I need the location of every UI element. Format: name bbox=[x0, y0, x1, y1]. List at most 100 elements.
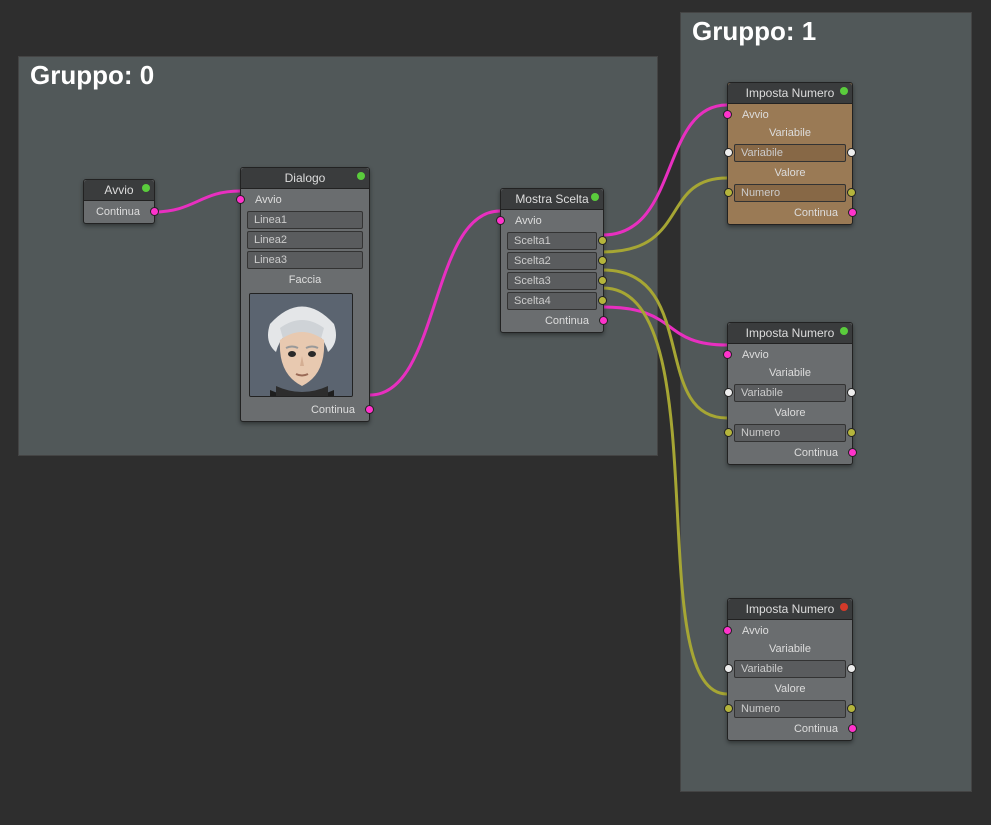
imposta1-avvio: Avvio bbox=[728, 106, 852, 124]
node-imposta-2[interactable]: Imposta Numero Avvio Variabile Variabile… bbox=[727, 322, 853, 465]
node-imposta-1[interactable]: Imposta Numero Avvio Variabile Variabile… bbox=[727, 82, 853, 225]
socket-out[interactable] bbox=[848, 448, 857, 457]
imposta1-header[interactable]: Imposta Numero bbox=[728, 83, 852, 104]
status-icon bbox=[840, 603, 848, 611]
imposta1-var-hdr: Variabile bbox=[728, 124, 852, 142]
avvio-continua-label: Continua bbox=[96, 206, 140, 218]
imposta3-num-field[interactable]: Numero bbox=[734, 700, 846, 718]
face-image[interactable] bbox=[249, 293, 353, 397]
status-icon bbox=[840, 327, 848, 335]
imposta3-title: Imposta Numero bbox=[746, 602, 835, 616]
imposta1-title: Imposta Numero bbox=[746, 86, 835, 100]
imposta2-avvio: Avvio bbox=[728, 346, 852, 364]
socket-out[interactable] bbox=[150, 207, 159, 216]
var-in-socket[interactable] bbox=[724, 148, 733, 157]
socket-in[interactable] bbox=[496, 216, 505, 225]
imposta2-header[interactable]: Imposta Numero bbox=[728, 323, 852, 344]
num-out-socket[interactable] bbox=[847, 704, 856, 713]
linea1-field[interactable]: Linea1 bbox=[247, 211, 363, 229]
socket-out[interactable] bbox=[599, 316, 608, 325]
imposta3-continua: Continua bbox=[728, 720, 852, 738]
status-icon bbox=[840, 87, 848, 95]
imposta3-var-field[interactable]: Variabile bbox=[734, 660, 846, 678]
avvio-continua: Continua bbox=[84, 203, 154, 221]
imposta2-num-text: Numero bbox=[741, 427, 780, 439]
socket-out[interactable] bbox=[365, 405, 374, 414]
dialogo-continua-label: Continua bbox=[311, 404, 355, 416]
socket-in[interactable] bbox=[723, 110, 732, 119]
imposta1-var-field[interactable]: Variabile bbox=[734, 144, 846, 162]
imposta1-num-field[interactable]: Numero bbox=[734, 184, 846, 202]
linea3-field[interactable]: Linea3 bbox=[247, 251, 363, 269]
num-in-socket[interactable] bbox=[724, 428, 733, 437]
socket-in[interactable] bbox=[236, 195, 245, 204]
var-out-socket[interactable] bbox=[847, 148, 856, 157]
imposta1-continua: Continua bbox=[728, 204, 852, 222]
avvio-header[interactable]: Avvio bbox=[84, 180, 154, 201]
scelta-avvio-label: Avvio bbox=[515, 215, 542, 227]
imposta3-var-hdr: Variabile bbox=[728, 640, 852, 658]
scelta4-socket[interactable] bbox=[598, 296, 607, 305]
scelta-title: Mostra Scelta bbox=[515, 192, 588, 206]
scelta-continua: Continua bbox=[501, 312, 603, 330]
node-imposta-3[interactable]: Imposta Numero Avvio Variabile Variabile… bbox=[727, 598, 853, 741]
status-icon bbox=[142, 184, 150, 192]
imposta2-var-text: Variabile bbox=[741, 387, 783, 399]
group-0-title: Gruppo: 0 bbox=[30, 60, 154, 91]
scelta4-text: Scelta4 bbox=[514, 295, 551, 307]
node-dialogo[interactable]: Dialogo Avvio Linea1 Linea2 Linea3 Facci… bbox=[240, 167, 370, 422]
node-scelta[interactable]: Mostra Scelta Avvio Scelta1 Scelta2 Scel… bbox=[500, 188, 604, 333]
imposta1-val-hdr: Valore bbox=[728, 164, 852, 182]
scelta1-text: Scelta1 bbox=[514, 235, 551, 247]
socket-in[interactable] bbox=[723, 626, 732, 635]
imposta2-num-field[interactable]: Numero bbox=[734, 424, 846, 442]
dialogo-avvio: Avvio bbox=[241, 191, 369, 209]
var-out-socket[interactable] bbox=[847, 664, 856, 673]
scelta3-field[interactable]: Scelta3 bbox=[507, 272, 597, 290]
var-in-socket[interactable] bbox=[724, 388, 733, 397]
imposta3-var-text: Variabile bbox=[741, 663, 783, 675]
dialogo-continua: Continua bbox=[241, 401, 369, 419]
scelta4-field[interactable]: Scelta4 bbox=[507, 292, 597, 310]
num-out-socket[interactable] bbox=[847, 428, 856, 437]
num-in-socket[interactable] bbox=[724, 704, 733, 713]
imposta1-num-text: Numero bbox=[741, 187, 780, 199]
imposta1-avvio-label: Avvio bbox=[742, 109, 769, 121]
scelta1-socket[interactable] bbox=[598, 236, 607, 245]
scelta-avvio: Avvio bbox=[501, 212, 603, 230]
imposta2-var-field[interactable]: Variabile bbox=[734, 384, 846, 402]
num-out-socket[interactable] bbox=[847, 188, 856, 197]
scelta3-text: Scelta3 bbox=[514, 275, 551, 287]
imposta1-continua-label: Continua bbox=[794, 207, 838, 219]
imposta2-title: Imposta Numero bbox=[746, 326, 835, 340]
scelta-continua-label: Continua bbox=[545, 315, 589, 327]
var-out-socket[interactable] bbox=[847, 388, 856, 397]
linea2-field[interactable]: Linea2 bbox=[247, 231, 363, 249]
dialogo-title: Dialogo bbox=[285, 171, 326, 185]
imposta1-var-text: Variabile bbox=[741, 147, 783, 159]
socket-out[interactable] bbox=[848, 724, 857, 733]
scelta1-field[interactable]: Scelta1 bbox=[507, 232, 597, 250]
node-avvio[interactable]: Avvio Continua bbox=[83, 179, 155, 224]
scelta3-socket[interactable] bbox=[598, 276, 607, 285]
scelta2-text: Scelta2 bbox=[514, 255, 551, 267]
dialogo-header[interactable]: Dialogo bbox=[241, 168, 369, 189]
socket-out[interactable] bbox=[848, 208, 857, 217]
status-icon bbox=[591, 193, 599, 201]
scelta2-field[interactable]: Scelta2 bbox=[507, 252, 597, 270]
imposta3-continua-label: Continua bbox=[794, 723, 838, 735]
imposta3-avvio: Avvio bbox=[728, 622, 852, 640]
imposta3-header[interactable]: Imposta Numero bbox=[728, 599, 852, 620]
faccia-label: Faccia bbox=[241, 271, 369, 289]
num-in-socket[interactable] bbox=[724, 188, 733, 197]
var-in-socket[interactable] bbox=[724, 664, 733, 673]
avvio-title: Avvio bbox=[104, 183, 133, 197]
scelta-header[interactable]: Mostra Scelta bbox=[501, 189, 603, 210]
imposta3-avvio-label: Avvio bbox=[742, 625, 769, 637]
imposta2-continua: Continua bbox=[728, 444, 852, 462]
imposta2-avvio-label: Avvio bbox=[742, 349, 769, 361]
imposta3-val-hdr: Valore bbox=[728, 680, 852, 698]
socket-in[interactable] bbox=[723, 350, 732, 359]
scelta2-socket[interactable] bbox=[598, 256, 607, 265]
imposta2-continua-label: Continua bbox=[794, 447, 838, 459]
